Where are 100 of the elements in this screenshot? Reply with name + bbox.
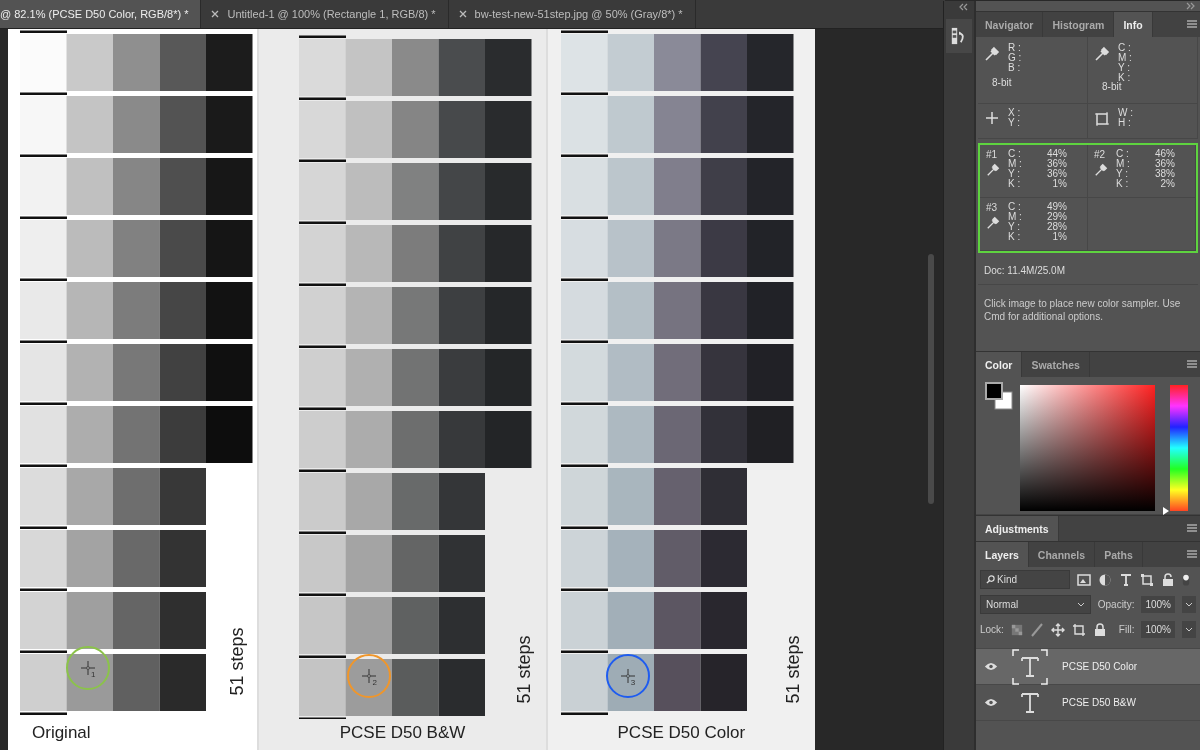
adjustment-filter-icon[interactable] — [1098, 572, 1112, 587]
channel-label: K : — [1116, 179, 1129, 189]
move-icon[interactable] — [1050, 622, 1065, 637]
document-size: Doc: 11.4M/25.0M — [978, 253, 1198, 285]
crosshair-icon — [620, 669, 635, 683]
lock-icon[interactable] — [1092, 622, 1107, 637]
channel-label: K : — [1008, 179, 1021, 189]
eyedropper-icon — [1094, 163, 1108, 177]
menu-icon[interactable] — [1187, 360, 1197, 368]
sampler-number: 2 — [372, 678, 377, 687]
channel-value: 29% — [1047, 212, 1067, 222]
close-icon[interactable] — [211, 10, 220, 18]
channel-label: C : — [1008, 202, 1021, 212]
sampler-marker[interactable]: 1 — [66, 646, 110, 690]
search-icon — [986, 575, 995, 584]
type-filter-icon[interactable] — [1119, 572, 1133, 587]
opacity-label: Opacity: — [1097, 599, 1135, 610]
channel-label: K : — [1118, 73, 1132, 83]
document-tab[interactable]: bw-test-new-51step.jpg @ 50% (Gray/8*) * — [448, 0, 696, 28]
eyedropper-icon — [1094, 46, 1110, 62]
panel-tab[interactable]: Paths — [1095, 542, 1143, 567]
bounding-box-icon — [1094, 111, 1110, 127]
lock-filter-icon[interactable] — [1161, 572, 1175, 587]
channel-label: M : — [1008, 212, 1022, 222]
tab-title: @ 82.1% (PCSE D50 Color, RGB/8*) * — [0, 8, 189, 20]
sampler-marker[interactable]: 2 — [347, 654, 392, 698]
scrollbar-thumb[interactable] — [928, 254, 934, 504]
sampler-id: #3 — [986, 202, 999, 213]
dimension-label: W : — [1118, 108, 1133, 118]
fill-label: Fill: — [1118, 624, 1135, 635]
eyedropper-icon — [986, 163, 1000, 177]
layer-row[interactable]: PCSE D50 B&W — [976, 685, 1200, 721]
document-tab[interactable]: @ 82.1% (PCSE D50 Color, RGB/8*) * — [0, 0, 202, 28]
foreground-background-swatch[interactable] — [984, 381, 1014, 411]
hint-text: Click image to place new color sampler. Use Cmd for additional options. — [983, 297, 1182, 324]
channel-label: C : — [1118, 43, 1132, 53]
channel-label: Y : — [1116, 169, 1129, 179]
channel-label: Y : — [1118, 63, 1132, 73]
coordinate-label: X : — [1008, 108, 1021, 118]
lock-label: Lock: — [980, 624, 1004, 635]
panel-caption: Original — [31, 721, 92, 744]
color-field[interactable] — [1020, 385, 1155, 511]
crop-icon[interactable] — [1071, 622, 1086, 637]
panel-tab[interactable]: Info — [1114, 12, 1153, 37]
panel-tab[interactable]: Layers — [976, 542, 1029, 567]
layer-row[interactable]: PCSE D50 Color — [976, 649, 1200, 685]
expand-icon[interactable] — [958, 3, 969, 11]
channel-value: 2% — [1160, 179, 1175, 189]
channel-value: 1% — [1052, 232, 1067, 242]
channel-value: 46% — [1155, 149, 1175, 159]
menu-icon[interactable] — [1187, 20, 1197, 28]
menu-icon[interactable] — [1187, 550, 1197, 558]
channel-label: C : — [1116, 149, 1129, 159]
steps-label: 51 steps — [226, 627, 248, 696]
channel-value: 36% — [1047, 159, 1067, 169]
panel-tab[interactable]: Swatches — [1022, 352, 1090, 377]
sampler-id: #2 — [1094, 149, 1107, 160]
text-layer-icon — [1012, 648, 1048, 685]
channel-label: C : — [1008, 149, 1021, 159]
lock-transparency-icon[interactable] — [1010, 623, 1023, 636]
panel-caption: PCSE D50 B&W — [338, 721, 467, 744]
tab-title: Untitled-1 @ 100% (Rectangle 1, RGB/8) * — [227, 8, 436, 20]
steps-label: 51 steps — [782, 635, 804, 704]
filter-dropdown[interactable]: Kind — [980, 570, 1070, 589]
fill-field[interactable]: 100% — [1141, 621, 1175, 638]
panel-tab[interactable]: Channels — [1028, 542, 1096, 567]
channel-label: M : — [1008, 159, 1022, 169]
channel-label: K : — [1008, 232, 1021, 242]
eyedropper-icon — [986, 216, 1000, 230]
channel-value: 38% — [1155, 169, 1175, 179]
brush-icon[interactable] — [1029, 622, 1044, 637]
menu-icon[interactable] — [1187, 524, 1197, 532]
channel-value: 1% — [1052, 179, 1067, 189]
channel-label: Y : — [1008, 222, 1021, 232]
sampler-number: 3 — [630, 678, 636, 687]
channel-label: R : — [1008, 43, 1022, 53]
blend-mode-dropdown[interactable]: Normal — [980, 595, 1091, 614]
panel-caption: PCSE D50 Color — [616, 721, 747, 744]
eye-icon[interactable] — [984, 698, 998, 707]
channel-value: 36% — [1047, 169, 1067, 179]
channel-value: 36% — [1155, 159, 1175, 169]
collapse-icon[interactable] — [1186, 2, 1196, 10]
document-tab[interactable]: Untitled-1 @ 100% (Rectangle 1, RGB/8) * — [201, 0, 449, 28]
channel-label: B : — [1008, 63, 1022, 73]
coordinate-label: Y : — [1008, 118, 1021, 128]
dimension-label: H : — [1118, 118, 1132, 128]
image-filter-icon[interactable] — [1077, 572, 1091, 587]
tab-title: bw-test-new-51step.jpg @ 50% (Gray/8*) * — [474, 8, 683, 20]
panel-tab[interactable]: Color — [976, 352, 1023, 377]
bit-depth: 8-bit — [1101, 81, 1123, 92]
opacity-field[interactable]: 100% — [1141, 596, 1175, 613]
sampler-marker[interactable]: 3 — [605, 654, 650, 698]
panel-tab[interactable]: Adjustments — [976, 516, 1059, 541]
eye-icon[interactable] — [984, 662, 998, 671]
hue-slider-thumb[interactable] — [1162, 506, 1170, 516]
panel-tab[interactable]: Navigator — [976, 12, 1044, 37]
filter-toggle-icon[interactable] — [1182, 571, 1190, 588]
shape-filter-icon[interactable] — [1140, 572, 1154, 587]
close-icon[interactable] — [458, 10, 467, 18]
channel-value: 49% — [1047, 202, 1067, 212]
